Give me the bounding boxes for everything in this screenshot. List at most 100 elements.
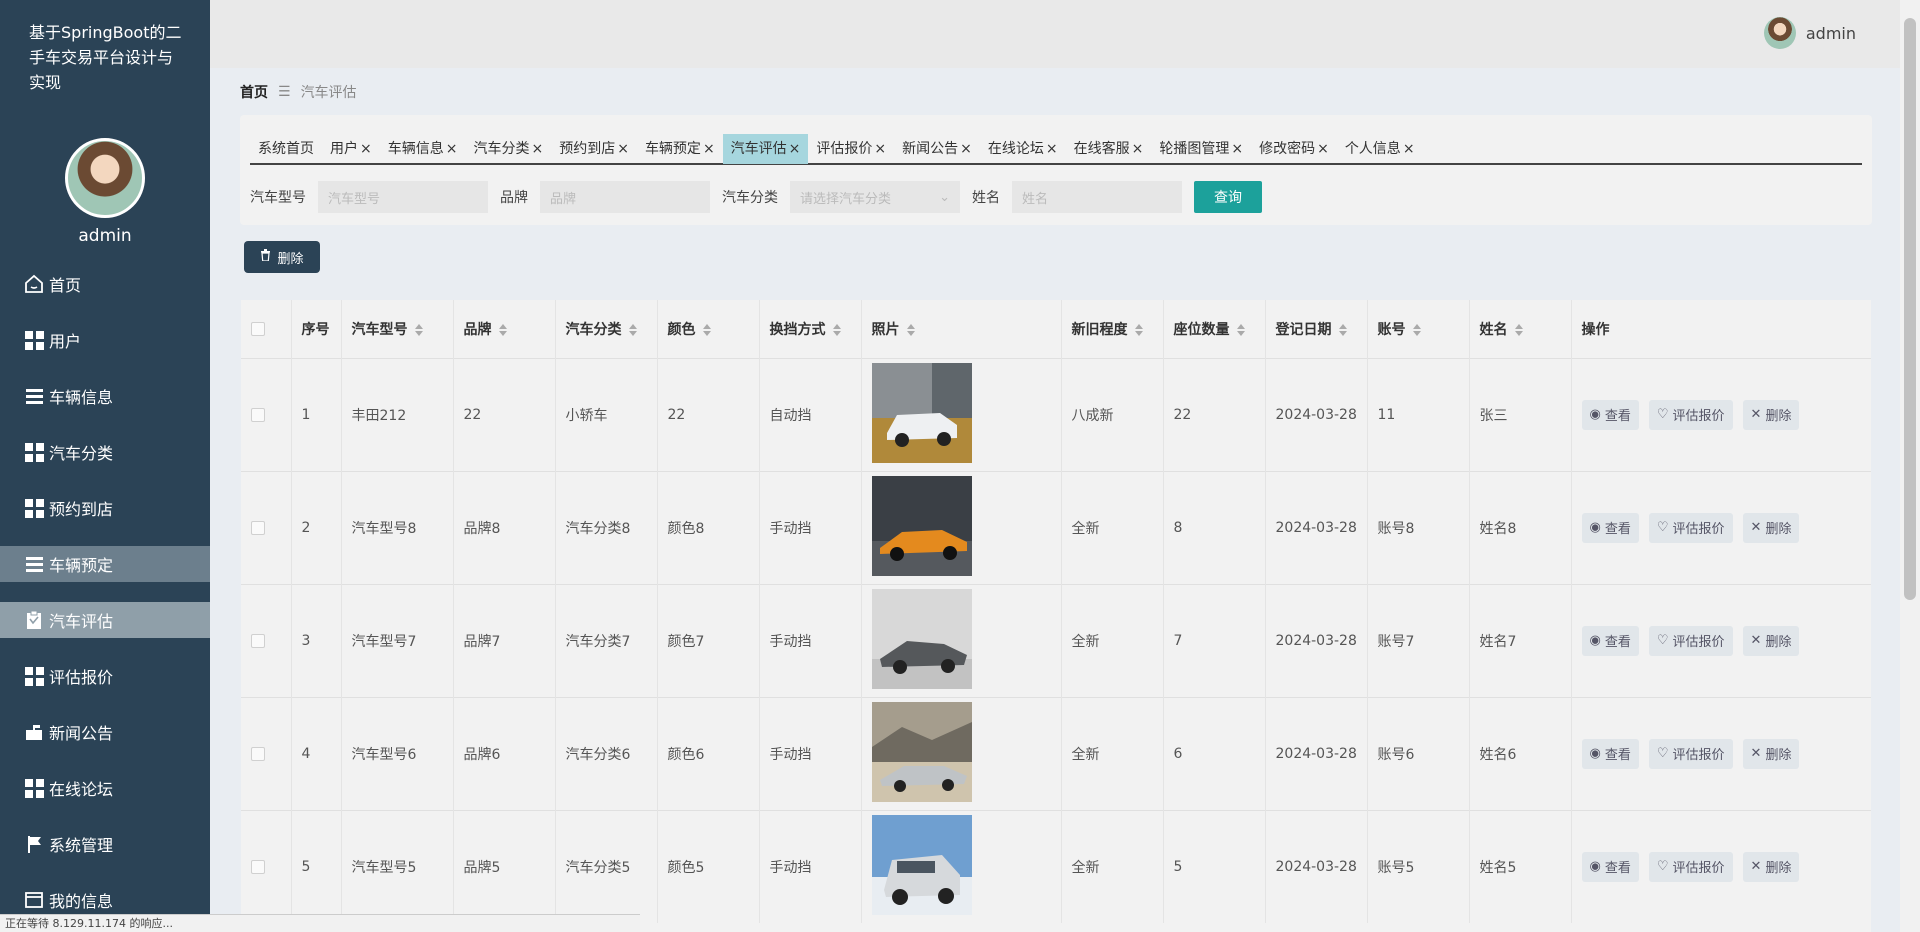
close-icon[interactable]: ×: [531, 141, 543, 157]
category-select[interactable]: 请选择汽车分类 ⌄: [790, 181, 960, 213]
tab-news[interactable]: 新闻公告 ×: [894, 134, 980, 164]
sort-icon[interactable]: [414, 323, 424, 336]
column-header[interactable]: 品牌: [453, 300, 556, 358]
page-scrollbar[interactable]: [1900, 0, 1920, 932]
avatar[interactable]: [65, 138, 145, 218]
car-photo[interactable]: [871, 475, 972, 576]
sidebar-item-news[interactable]: 新闻公告: [0, 714, 210, 750]
tab-users[interactable]: 用户 ×: [322, 134, 380, 164]
sidebar-item-my-info[interactable]: 我的信息: [0, 882, 210, 918]
close-icon[interactable]: ×: [703, 141, 715, 157]
sort-icon[interactable]: [832, 323, 842, 336]
evaluate-quote-button[interactable]: ♡ 评估报价: [1648, 738, 1733, 769]
row-checkbox[interactable]: [251, 859, 265, 874]
close-icon[interactable]: ×: [1132, 141, 1144, 157]
query-button[interactable]: 查询: [1194, 181, 1262, 213]
sidebar-item-appointment[interactable]: 预约到店: [0, 490, 210, 526]
tab-evaluation-quote[interactable]: 评估报价 ×: [808, 134, 894, 164]
brand-input[interactable]: 品牌: [540, 181, 710, 213]
tab-online-service[interactable]: 在线客服 ×: [1066, 134, 1152, 164]
column-header[interactable]: 姓名: [1469, 300, 1572, 358]
sort-icon[interactable]: [1236, 323, 1246, 336]
view-button[interactable]: ◉ 查看: [1581, 738, 1639, 769]
tab-vehicle-info[interactable]: 车辆信息 ×: [380, 134, 466, 164]
close-icon[interactable]: ×: [1317, 141, 1329, 157]
sidebar-item-car-category[interactable]: 汽车分类: [0, 434, 210, 470]
evaluate-quote-button[interactable]: ♡ 评估报价: [1648, 512, 1733, 543]
tab-forum[interactable]: 在线论坛 ×: [980, 134, 1066, 164]
sort-icon[interactable]: [702, 323, 712, 336]
close-icon[interactable]: ×: [446, 141, 458, 157]
grid-icon: [24, 666, 44, 686]
close-icon[interactable]: ×: [874, 141, 886, 157]
column-header[interactable]: 照片: [861, 300, 1062, 358]
column-header[interactable]: 换挡方式: [759, 300, 862, 358]
column-header[interactable]: 颜色: [657, 300, 760, 358]
tab-car-category[interactable]: 汽车分类 ×: [465, 134, 551, 164]
breadcrumb-home[interactable]: 首页: [240, 82, 268, 102]
car-photo[interactable]: [871, 814, 972, 915]
close-icon[interactable]: ×: [360, 141, 372, 157]
sidebar-item-system-management[interactable]: 系统管理: [0, 826, 210, 862]
view-button[interactable]: ◉ 查看: [1581, 399, 1639, 430]
sidebar-item-car-evaluation[interactable]: 汽车评估: [0, 602, 210, 638]
tab-carousel[interactable]: 轮播图管理 ×: [1151, 134, 1251, 164]
sidebar-item-vehicle-reservation[interactable]: 车辆预定: [0, 546, 210, 582]
car-photo[interactable]: [871, 701, 972, 802]
close-icon[interactable]: ×: [789, 141, 801, 157]
column-header[interactable]: 汽车型号: [341, 300, 454, 358]
sort-icon[interactable]: [628, 323, 638, 336]
close-icon[interactable]: ×: [1231, 141, 1243, 157]
tab-profile[interactable]: 个人信息 ×: [1337, 134, 1423, 164]
select-all-checkbox[interactable]: [251, 321, 265, 336]
column-header[interactable]: 登记日期: [1265, 300, 1368, 358]
delete-button[interactable]: ✕ 删除: [1742, 625, 1800, 656]
row-checkbox[interactable]: [251, 746, 265, 761]
sort-icon[interactable]: [1134, 323, 1144, 336]
model-input[interactable]: 汽车型号: [318, 181, 488, 213]
close-icon[interactable]: ×: [617, 141, 629, 157]
tab-car-evaluation[interactable]: 汽车评估 ×: [722, 134, 809, 164]
delete-button[interactable]: ✕ 删除: [1742, 738, 1800, 769]
close-icon[interactable]: ×: [960, 141, 972, 157]
car-photo[interactable]: [871, 588, 972, 689]
sort-icon[interactable]: [1338, 323, 1348, 336]
tab-appointment[interactable]: 预约到店 ×: [551, 134, 637, 164]
car-photo[interactable]: [871, 362, 972, 463]
evaluate-quote-button[interactable]: ♡ 评估报价: [1648, 625, 1733, 656]
tab-change-password[interactable]: 修改密码 ×: [1251, 134, 1337, 164]
column-header[interactable]: 新旧程度: [1061, 300, 1164, 358]
evaluate-quote-button[interactable]: ♡ 评估报价: [1648, 851, 1733, 882]
sidebar-item-evaluation-quote[interactable]: 评估报价: [0, 658, 210, 694]
column-header[interactable]: 账号: [1367, 300, 1470, 358]
view-button[interactable]: ◉ 查看: [1581, 851, 1639, 882]
tab-vehicle-reservation[interactable]: 车辆预定 ×: [637, 134, 723, 164]
column-header[interactable]: 汽车分类: [555, 300, 658, 358]
row-checkbox[interactable]: [251, 633, 265, 648]
row-checkbox[interactable]: [251, 407, 265, 422]
sort-icon[interactable]: [498, 323, 508, 336]
avatar[interactable]: [1763, 17, 1796, 49]
scrollbar-thumb[interactable]: [1904, 18, 1916, 600]
user-menu[interactable]: admin: [1763, 17, 1856, 49]
sidebar-item-home[interactable]: 首页: [0, 266, 210, 302]
bulk-delete-button[interactable]: 删除: [244, 241, 320, 273]
sort-icon[interactable]: [906, 323, 916, 336]
sidebar-item-users[interactable]: 用户: [0, 322, 210, 358]
sort-icon[interactable]: [1514, 323, 1524, 336]
tab-system-home[interactable]: 系统首页: [250, 134, 322, 164]
view-button[interactable]: ◉ 查看: [1581, 512, 1639, 543]
close-icon[interactable]: ×: [1046, 141, 1058, 157]
row-checkbox[interactable]: [251, 520, 265, 535]
column-header[interactable]: 座位数量: [1163, 300, 1266, 358]
delete-button[interactable]: ✕ 删除: [1742, 399, 1800, 430]
close-icon[interactable]: ×: [1403, 141, 1415, 157]
delete-button[interactable]: ✕ 删除: [1742, 512, 1800, 543]
name-input[interactable]: 姓名: [1012, 181, 1182, 213]
sort-icon[interactable]: [1412, 323, 1422, 336]
evaluate-quote-button[interactable]: ♡ 评估报价: [1648, 399, 1733, 430]
sidebar-item-forum[interactable]: 在线论坛: [0, 770, 210, 806]
view-button[interactable]: ◉ 查看: [1581, 625, 1639, 656]
delete-button[interactable]: ✕ 删除: [1742, 851, 1800, 882]
sidebar-item-vehicle-info[interactable]: 车辆信息: [0, 378, 210, 414]
